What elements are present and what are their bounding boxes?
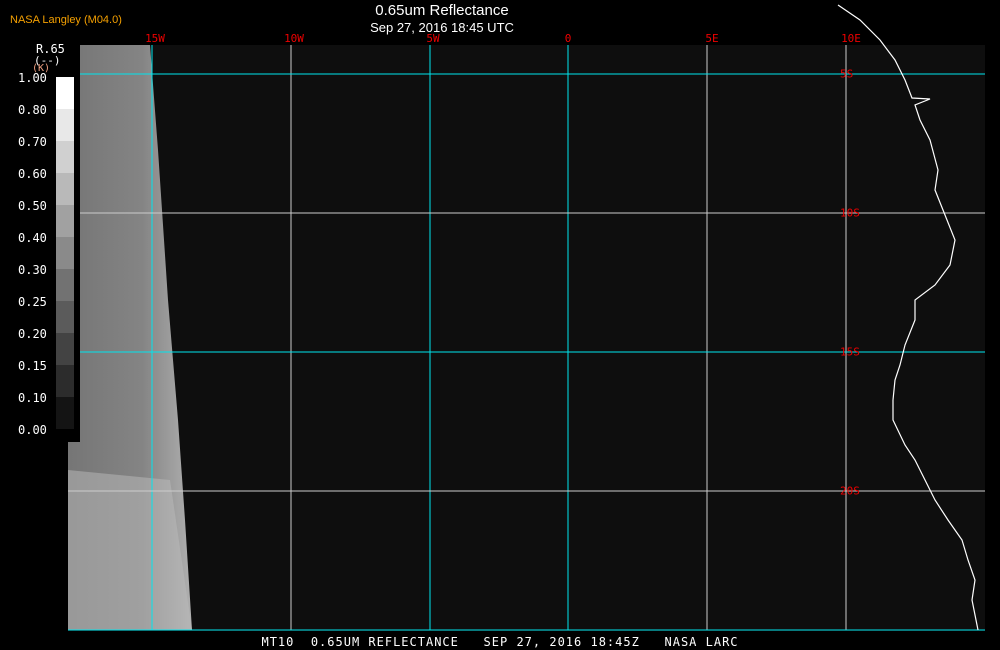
legend-value: 0.50	[18, 199, 47, 213]
legend-swatch	[56, 237, 74, 269]
legend-swatch	[56, 173, 74, 205]
lon-label: 5E	[705, 32, 719, 45]
legend-value: 0.70	[18, 135, 47, 149]
legend-swatch	[56, 397, 74, 429]
legend-value: 0.40	[18, 231, 47, 245]
legend-value: 0.80	[18, 103, 47, 117]
legend-swatch	[56, 301, 74, 333]
legend-value: 0.25	[18, 295, 47, 309]
color-legend: R.65 (--) (K) 1.00 0.80 0.70 0.60 0.50 0.40 0.…	[16, 42, 80, 442]
legend-value: 0.10	[18, 391, 47, 405]
lat-label: 15S	[840, 345, 860, 359]
legend-value: 1.00	[18, 71, 47, 85]
map-overlay	[68, 4, 985, 631]
lon-label: 15W	[145, 32, 165, 45]
legend-swatch	[56, 205, 74, 237]
lat-label: 5S	[840, 67, 854, 81]
coastline	[837, 4, 979, 631]
lon-label: 10E	[841, 32, 861, 45]
lat-label: 20S	[840, 484, 860, 498]
lon-label: 10W	[284, 32, 304, 45]
legend-swatch	[56, 109, 74, 141]
lon-label: 5W	[426, 32, 440, 45]
legend-value: 0.00	[18, 423, 47, 437]
legend-value: 0.60	[18, 167, 47, 181]
legend-swatch	[56, 141, 74, 173]
lat-label: 10S	[840, 206, 860, 220]
legend-swatch	[56, 333, 74, 365]
lon-label: 0	[564, 32, 572, 45]
grid-lines	[68, 45, 985, 631]
legend-swatch	[56, 365, 74, 397]
legend-value: 0.30	[18, 263, 47, 277]
legend-color-ramp	[56, 77, 74, 429]
footer-caption: MT10 0.65UM REFLECTANCE SEP 27, 2016 18:…	[261, 635, 739, 649]
legend-swatch	[56, 269, 74, 301]
legend-swatch	[56, 77, 74, 109]
legend-value: 0.15	[18, 359, 47, 373]
legend-value: 0.20	[18, 327, 47, 341]
